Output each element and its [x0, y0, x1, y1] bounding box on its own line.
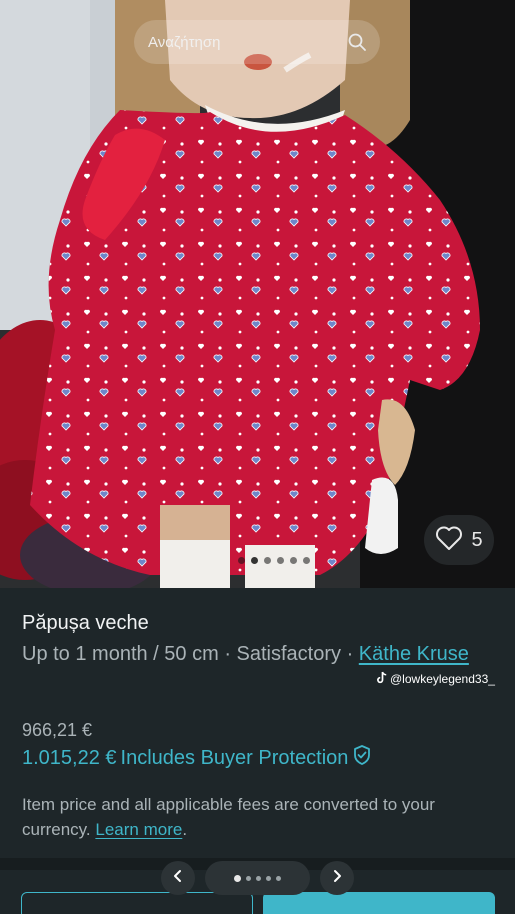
photo-dot [303, 557, 310, 564]
make-offer-button[interactable] [21, 892, 253, 914]
previous-button[interactable] [161, 861, 195, 895]
learn-more-link[interactable]: Learn more [95, 820, 182, 839]
doll-photo [0, 0, 515, 588]
item-price: 966,21 € [22, 720, 93, 740]
chevron-right-icon [330, 869, 344, 888]
tiktok-watermark: @lowkeylegend33_ [376, 671, 495, 687]
total-price: 1.015,22 € [22, 746, 117, 769]
photo-dot [264, 557, 271, 564]
currency-note: Item price and all applicable fees are c… [22, 792, 502, 842]
pager-dot [246, 875, 251, 881]
pager-dot [276, 875, 281, 881]
page-indicator [205, 861, 310, 895]
item-attributes: Up to 1 month / 50 cm · Satisfactory · [22, 643, 359, 665]
shield-check-icon[interactable] [352, 744, 372, 772]
buyer-protection-label: Includes Buyer Protection [120, 746, 349, 769]
search-bar[interactable] [134, 20, 380, 64]
item-title: Păpușa veche [22, 612, 149, 634]
search-icon[interactable] [347, 31, 367, 53]
photo-dot [251, 557, 258, 564]
photo-carousel-indicator [238, 557, 310, 564]
pager-dot [234, 874, 241, 882]
photo-dot [290, 557, 297, 564]
photo-dot [277, 557, 284, 564]
item-photo[interactable]: 5 [0, 0, 515, 588]
tiktok-icon [376, 671, 388, 687]
search-input[interactable] [148, 33, 347, 51]
photo-dot [238, 557, 245, 564]
brand-link[interactable]: Käthe Kruse [359, 643, 469, 665]
watermark-handle: @lowkeylegend33_ [390, 672, 495, 686]
favorite-button[interactable]: 5 [424, 515, 494, 565]
chevron-left-icon [171, 869, 185, 888]
pager-dot [256, 875, 261, 881]
pager-dot [266, 875, 271, 881]
total-price-row[interactable]: 1.015,22 € Includes Buyer Protection [22, 744, 372, 772]
buy-now-button[interactable] [263, 892, 495, 914]
next-button[interactable] [320, 861, 354, 895]
heart-outline-icon [435, 525, 463, 556]
item-details: Up to 1 month / 50 cm · Satisfactory · K… [22, 640, 492, 668]
currency-note-end: . [182, 820, 188, 839]
favorite-count: 5 [471, 528, 483, 551]
currency-note-text: Item price and all applicable fees are c… [22, 795, 435, 839]
